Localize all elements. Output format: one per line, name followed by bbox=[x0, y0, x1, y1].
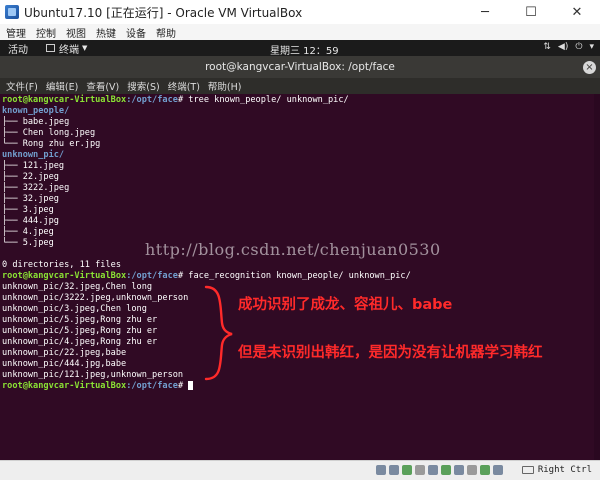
tree-output: known_people/├── babe.jpeg ├── Chen long.… bbox=[2, 106, 594, 249]
network-icon: ⇅ bbox=[543, 42, 551, 52]
text-cursor bbox=[188, 381, 194, 390]
chevron-down-icon: ▼ bbox=[82, 44, 88, 52]
activities-button[interactable]: 活动 bbox=[8, 41, 28, 56]
network-icon[interactable] bbox=[415, 465, 425, 475]
app-menu-button[interactable]: 终端 ▼ bbox=[46, 41, 87, 56]
shared-folder-icon[interactable] bbox=[441, 465, 451, 475]
terminal-output[interactable]: root@kangvcar-VirtualBox:/opt/face# tree… bbox=[0, 94, 594, 460]
video-capture-icon[interactable] bbox=[467, 465, 477, 475]
term-menu-terminal[interactable]: 终端(T) bbox=[168, 79, 200, 93]
audio-icon[interactable] bbox=[402, 465, 412, 475]
vbox-titlebar: Ubuntu17.10 [正在运行] - Oracle VM VirtualBo… bbox=[0, 0, 600, 24]
window-title: Ubuntu17.10 [正在运行] - Oracle VM VirtualBo… bbox=[24, 5, 303, 20]
tree-file-line: ├── 121.jpeg bbox=[2, 161, 65, 171]
term-menu-search[interactable]: 搜索(S) bbox=[127, 79, 159, 93]
recognition-result: unknown_pic/32.jpeg,Chen long bbox=[2, 282, 153, 292]
mouse-integration-icon[interactable] bbox=[493, 465, 503, 475]
volume-icon: ◀) bbox=[557, 42, 569, 52]
tree-file-line: ├── 3.jpeg bbox=[2, 205, 54, 215]
clock[interactable]: 星期三 12：59 bbox=[270, 42, 339, 57]
vbox-menubar: 管理 控制 视图 热键 设备 帮助 bbox=[0, 24, 600, 40]
terminal-menubar: 文件(F) 编辑(E) 查看(V) 搜索(S) 终端(T) 帮助(H) bbox=[0, 78, 600, 94]
term-menu-help[interactable]: 帮助(H) bbox=[208, 79, 242, 93]
device-status-icons bbox=[376, 465, 503, 475]
vbox-statusbar: Right Ctrl bbox=[0, 460, 600, 480]
annotation-failure: 但是未识别出韩红，是因为没有让机器学习韩红 bbox=[238, 345, 543, 361]
terminal-icon bbox=[46, 44, 55, 52]
term-menu-edit[interactable]: 编辑(E) bbox=[46, 79, 78, 93]
minimize-button[interactable]: ─ bbox=[462, 0, 508, 24]
tree-file-line: ├── babe.jpeg bbox=[2, 117, 70, 127]
recognition-result: unknown_pic/5.jpeg,Rong zhu er bbox=[2, 326, 158, 336]
host-key-indicator: Right Ctrl bbox=[521, 465, 592, 475]
tree-file-line: ├── 4.jpeg bbox=[2, 227, 54, 237]
tree-directory-line: known_people/ bbox=[2, 106, 70, 116]
current-prompt: root@kangvcar-VirtualBox:/opt/face# bbox=[2, 381, 594, 392]
term-menu-file[interactable]: 文件(F) bbox=[6, 79, 38, 93]
annotation-success: 成功识别了成龙、容祖儿、babe bbox=[238, 297, 453, 313]
gnome-topbar: 活动 终端 ▼ 星期三 12：59 ⇅ ◀) ⏻ ▾ bbox=[0, 40, 600, 57]
window-controls: ─ ☐ ✕ bbox=[462, 0, 600, 24]
tree-summary: 0 directories, 11 files bbox=[2, 260, 121, 270]
maximize-button[interactable]: ☐ bbox=[508, 0, 554, 24]
hdd-icon[interactable] bbox=[376, 465, 386, 475]
terminal-close-button[interactable]: × bbox=[583, 61, 596, 74]
menu-manage[interactable]: 管理 bbox=[6, 25, 26, 40]
terminal-titlebar: root@kangvcar-VirtualBox: /opt/face × bbox=[0, 56, 600, 78]
tree-file-line: ├── 3222.jpeg bbox=[2, 183, 70, 193]
recognition-result: unknown_pic/121.jpeg,unknown_person bbox=[2, 370, 184, 380]
recognition-result: unknown_pic/5.jpeg,Rong zhu er bbox=[2, 315, 158, 325]
usb-icon[interactable] bbox=[428, 465, 438, 475]
tree-directory-line: unknown_pic/ bbox=[2, 150, 65, 160]
menu-view[interactable]: 视图 bbox=[66, 25, 86, 40]
keyboard-icon bbox=[521, 466, 534, 474]
tree-file-line: └── Rong zhu er.jpg bbox=[2, 139, 101, 149]
annotation-brace bbox=[204, 285, 233, 381]
command-line: root@kangvcar-VirtualBox:/opt/face# face… bbox=[2, 271, 411, 281]
host-key-label: Right Ctrl bbox=[537, 465, 592, 475]
power-icon: ⏻ bbox=[575, 42, 583, 52]
guest-display[interactable]: 活动 终端 ▼ 星期三 12：59 ⇅ ◀) ⏻ ▾ root@kangvcar… bbox=[0, 40, 600, 460]
menu-control[interactable]: 控制 bbox=[36, 25, 56, 40]
menu-help[interactable]: 帮助 bbox=[156, 25, 176, 40]
tree-file-line: ├── Chen long.jpeg bbox=[2, 128, 96, 138]
system-status-area[interactable]: ⇅ ◀) ⏻ ▾ bbox=[543, 42, 594, 52]
menu-devices[interactable]: 设备 bbox=[126, 25, 146, 40]
terminal-title: root@kangvcar-VirtualBox: /opt/face bbox=[205, 61, 395, 73]
tree-file-line: ├── 22.jpeg bbox=[2, 172, 59, 182]
watermark: http://blog.csdn.net/chenjuan0530 bbox=[145, 240, 441, 259]
virtualbox-app-icon bbox=[5, 5, 19, 19]
app-menu-label: 终端 bbox=[59, 44, 79, 56]
term-menu-view[interactable]: 查看(V) bbox=[86, 79, 119, 93]
close-button[interactable]: ✕ bbox=[554, 0, 600, 24]
tree-file-line: ├── 444.jpg bbox=[2, 216, 59, 226]
cpu-icon[interactable] bbox=[480, 465, 490, 475]
optical-drive-icon[interactable] bbox=[389, 465, 399, 475]
chevron-down-icon: ▾ bbox=[589, 42, 594, 52]
terminal-scrollbar[interactable] bbox=[594, 94, 600, 460]
menu-hotkeys[interactable]: 热键 bbox=[96, 25, 116, 40]
command-line: root@kangvcar-VirtualBox:/opt/face# tree… bbox=[2, 95, 349, 105]
display-icon[interactable] bbox=[454, 465, 464, 475]
tree-file-line: ├── 32.jpeg bbox=[2, 194, 59, 204]
